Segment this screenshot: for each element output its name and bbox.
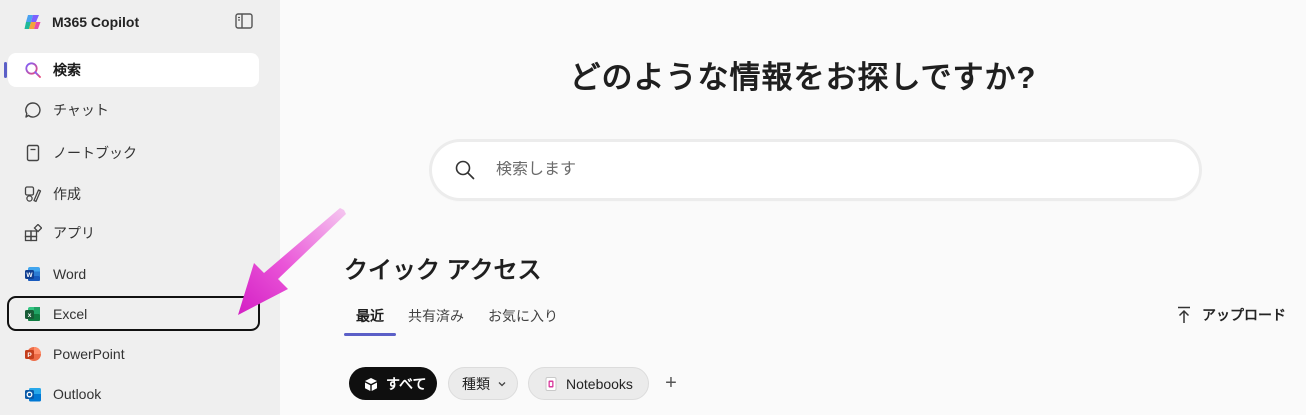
sidebar-item-label: Outlook bbox=[53, 386, 102, 402]
upload-icon bbox=[1178, 306, 1190, 323]
page-heading: どのような情報をお探しですか? bbox=[569, 60, 1037, 95]
create-icon bbox=[24, 186, 42, 203]
sidebar-item-search[interactable]: 検索 bbox=[8, 53, 259, 87]
quick-access-title: クイック アクセス bbox=[344, 257, 542, 284]
sidebar-item-label: 検索 bbox=[53, 62, 81, 78]
quick-access-tabs: 最近 共有済み お気に入り bbox=[344, 298, 570, 338]
app-title: M365 Copilot bbox=[52, 14, 140, 30]
svg-text:P: P bbox=[27, 352, 32, 359]
search-icon bbox=[455, 160, 475, 180]
outlook-icon bbox=[25, 388, 41, 402]
filter-notebooks-chip[interactable]: Notebooks bbox=[528, 367, 649, 400]
upload-button[interactable]: アップロード bbox=[1176, 305, 1286, 325]
annotation-arrow bbox=[238, 208, 346, 315]
powerpoint-icon: P bbox=[25, 347, 41, 361]
sidebar-item-label: アプリ bbox=[53, 225, 95, 241]
sidebar-item-powerpoint[interactable]: P PowerPoint bbox=[8, 337, 259, 371]
tab-recent[interactable]: 最近 bbox=[344, 298, 396, 336]
chevron-down-icon bbox=[498, 381, 506, 386]
svg-text:W: W bbox=[26, 272, 33, 279]
upload-label: アップロード bbox=[1202, 307, 1286, 323]
filter-all-label: すべて bbox=[386, 375, 427, 392]
sidebar-item-chat[interactable]: チャット bbox=[8, 93, 259, 127]
sidebar-item-label: ノートブック bbox=[53, 145, 137, 161]
apps-icon bbox=[24, 224, 42, 242]
filter-type-dropdown[interactable]: 種類 bbox=[448, 367, 518, 400]
filter-type-label: 種類 bbox=[462, 375, 490, 392]
excel-highlight-annotation bbox=[7, 296, 260, 331]
copilot-logo-icon bbox=[24, 15, 41, 29]
sidebar-collapse-icon[interactable] bbox=[235, 13, 253, 29]
filter-notebooks-label: Notebooks bbox=[566, 375, 633, 392]
sidebar-item-label: PowerPoint bbox=[53, 346, 125, 362]
notebook-icon bbox=[26, 144, 40, 162]
filter-all-chip[interactable]: すべて bbox=[349, 367, 437, 400]
sidebar-item-outlook[interactable]: Outlook bbox=[8, 377, 259, 411]
tab-shared[interactable]: 共有済み bbox=[396, 298, 476, 336]
search-input[interactable] bbox=[496, 161, 1136, 179]
app-brand[interactable]: M365 Copilot bbox=[24, 11, 139, 33]
add-filter-button[interactable]: + bbox=[661, 367, 681, 400]
active-indicator bbox=[4, 62, 7, 78]
search-icon bbox=[25, 62, 41, 78]
sidebar-item-notebook[interactable]: ノートブック bbox=[8, 136, 259, 170]
sidebar-item-create[interactable]: 作成 bbox=[8, 177, 259, 211]
sidebar-item-label: Word bbox=[53, 266, 87, 282]
sidebar-item-word[interactable]: W Word bbox=[8, 257, 259, 291]
sidebar-item-label: 作成 bbox=[53, 186, 81, 202]
sidebar-item-label: チャット bbox=[53, 102, 109, 118]
chat-icon bbox=[25, 102, 41, 118]
search-box[interactable] bbox=[432, 142, 1199, 198]
tab-favorites[interactable]: お気に入り bbox=[476, 298, 570, 336]
notebook-app-icon bbox=[545, 376, 557, 391]
word-icon: W bbox=[25, 267, 40, 281]
all-items-icon bbox=[365, 377, 377, 391]
sidebar-item-apps[interactable]: アプリ bbox=[8, 216, 259, 250]
